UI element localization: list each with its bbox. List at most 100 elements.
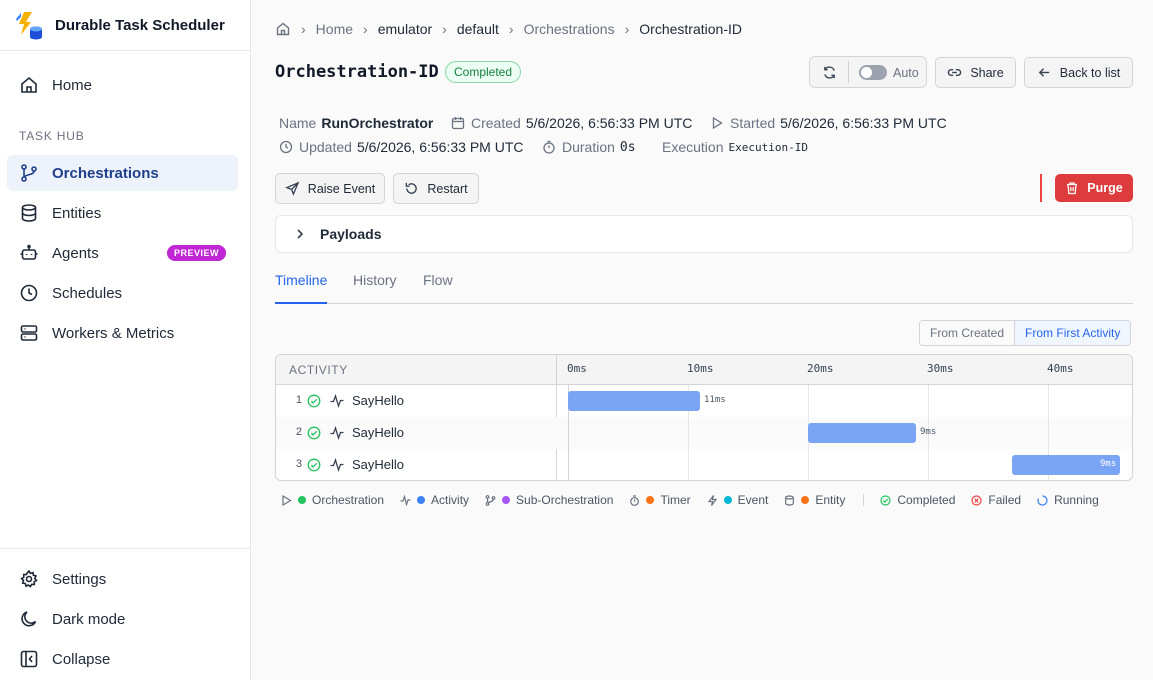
play-icon xyxy=(712,116,723,130)
timeline-bar[interactable] xyxy=(808,423,916,443)
bolt-icon xyxy=(707,494,717,506)
legend-orchestration: Orchestration xyxy=(281,493,384,507)
link-icon xyxy=(948,68,962,77)
created-label: Created xyxy=(471,115,521,131)
auto-refresh-label: Auto xyxy=(893,66,919,80)
sidebar-item-schedules[interactable]: Schedules xyxy=(7,275,238,311)
row-index: 1 xyxy=(295,394,302,406)
activity-icon xyxy=(330,394,344,408)
chevron-right-icon xyxy=(297,229,304,239)
auto-refresh-toggle[interactable] xyxy=(859,65,887,80)
x-circle-icon xyxy=(971,494,982,506)
detail-created: Created 5/6/2026, 6:56:33 PM UTC xyxy=(451,115,692,131)
legend-event: Event xyxy=(707,493,769,507)
breadcrumb-home[interactable]: Home xyxy=(316,21,353,37)
timeline-row[interactable]: 2 SayHello xyxy=(276,417,1132,449)
sidebar-item-label: Workers & Metrics xyxy=(52,324,175,342)
legend-label: Failed xyxy=(988,493,1022,507)
activity-name: SayHello xyxy=(352,457,405,472)
sidebar-item-label: Home xyxy=(52,76,93,94)
arrow-left-icon xyxy=(1038,68,1049,77)
check-circle-icon xyxy=(880,494,891,506)
sidebar-item-workers-metrics[interactable]: Workers & Metrics xyxy=(7,315,238,351)
trash-icon xyxy=(1067,182,1078,195)
detail-execution: Execution Execution-ID xyxy=(662,139,808,155)
check-circle-icon xyxy=(307,394,321,408)
database-icon xyxy=(785,494,795,506)
collapse-icon xyxy=(20,650,38,668)
timeline-bar-label: 9ms xyxy=(1100,459,1117,469)
sidebar-item-dark-mode[interactable]: Dark mode xyxy=(7,601,238,637)
legend-activity: Activity xyxy=(400,493,469,507)
back-to-list-button[interactable]: Back to list xyxy=(1024,57,1133,88)
clock-icon xyxy=(279,140,293,154)
breadcrumb-emulator[interactable]: emulator xyxy=(378,21,432,37)
legend-failed: Failed xyxy=(971,493,1021,507)
clock-icon xyxy=(20,284,38,302)
main-content: › Home › emulator › default › Orchestrat… xyxy=(251,0,1153,680)
timeline-bar[interactable] xyxy=(568,391,700,411)
sidebar-item-collapse[interactable]: Collapse xyxy=(7,641,238,677)
sidebar-item-settings[interactable]: Settings xyxy=(7,561,238,597)
purge-button[interactable]: Purge xyxy=(1055,174,1133,202)
sidebar-item-orchestrations[interactable]: Orchestrations xyxy=(7,155,238,191)
activity-column-header: ACTIVITY xyxy=(289,363,348,377)
timer-icon xyxy=(543,140,555,154)
sidebar-item-entities[interactable]: Entities xyxy=(7,195,238,231)
section-label: TASK HUB xyxy=(19,129,85,143)
row-index: 3 xyxy=(295,458,302,470)
sidebar-item-label: Orchestrations xyxy=(52,164,159,182)
tab-bar: Timeline History Flow xyxy=(275,270,1133,304)
sidebar-item-label: Schedules xyxy=(52,284,123,302)
legend-label: Orchestration xyxy=(312,493,385,507)
payloads-expander[interactable]: Payloads xyxy=(275,215,1133,253)
activity-icon xyxy=(330,458,344,472)
refresh-icon[interactable] xyxy=(822,65,837,80)
updated-value: 5/6/2026, 6:56:33 PM UTC xyxy=(356,139,524,155)
timeline-mode-toggle: From Created From First Activity xyxy=(919,320,1132,346)
moon-icon xyxy=(21,611,37,627)
app-title: Durable Task Scheduler xyxy=(55,16,225,34)
timeline-tick-label: 0ms xyxy=(567,362,587,375)
breadcrumb-orchestrations[interactable]: Orchestrations xyxy=(524,21,615,37)
duration-label: Duration xyxy=(562,139,615,155)
timeline-bar-label: 9ms xyxy=(920,427,937,437)
raise-event-button[interactable]: Raise Event xyxy=(275,173,385,204)
legend-entity: Entity xyxy=(784,493,845,507)
created-value: 5/6/2026, 6:56:33 PM UTC xyxy=(525,115,693,131)
sidebar-item-label: Settings xyxy=(52,570,107,588)
database-icon xyxy=(21,204,37,222)
legend-dot xyxy=(646,496,655,504)
activity-icon xyxy=(330,426,344,440)
breadcrumb-default[interactable]: default xyxy=(457,21,499,37)
calendar-icon xyxy=(451,117,465,130)
chevron-right-icon: › xyxy=(442,21,447,37)
legend-divider xyxy=(863,494,865,506)
sidebar-item-agents[interactable]: Agents PREVIEW xyxy=(7,235,238,271)
restart-button[interactable]: Restart xyxy=(393,173,479,204)
server-icon xyxy=(20,325,38,341)
legend-label: Event xyxy=(737,493,769,507)
timeline-bar-label: 11ms xyxy=(704,395,726,405)
timeline-tick-label: 10ms xyxy=(687,362,714,375)
restart-icon xyxy=(406,182,418,194)
share-button[interactable]: Share xyxy=(935,57,1016,88)
raise-event-label: Raise Event xyxy=(307,181,376,196)
legend-completed: Completed xyxy=(880,493,955,507)
sidebar-item-home[interactable]: Home xyxy=(7,67,238,103)
from-first-activity-option[interactable]: From First Activity xyxy=(1015,321,1131,345)
tab-timeline[interactable]: Timeline xyxy=(275,270,328,304)
from-created-option[interactable]: From Created xyxy=(920,321,1016,345)
send-icon xyxy=(284,181,300,196)
legend-running: Running xyxy=(1037,493,1099,507)
timeline-legend: Orchestration Activity Sub-Orchestration… xyxy=(281,492,1115,508)
legend-label: Running xyxy=(1054,493,1099,507)
timeline-row[interactable]: 3 SayHello xyxy=(276,449,1132,480)
tab-history[interactable]: History xyxy=(353,270,397,304)
tab-flow[interactable]: Flow xyxy=(423,270,453,304)
home-icon[interactable] xyxy=(275,21,291,37)
legend-dot xyxy=(723,496,732,504)
updated-label: Updated xyxy=(299,139,352,155)
branch-icon xyxy=(21,164,37,182)
divider xyxy=(848,61,849,83)
